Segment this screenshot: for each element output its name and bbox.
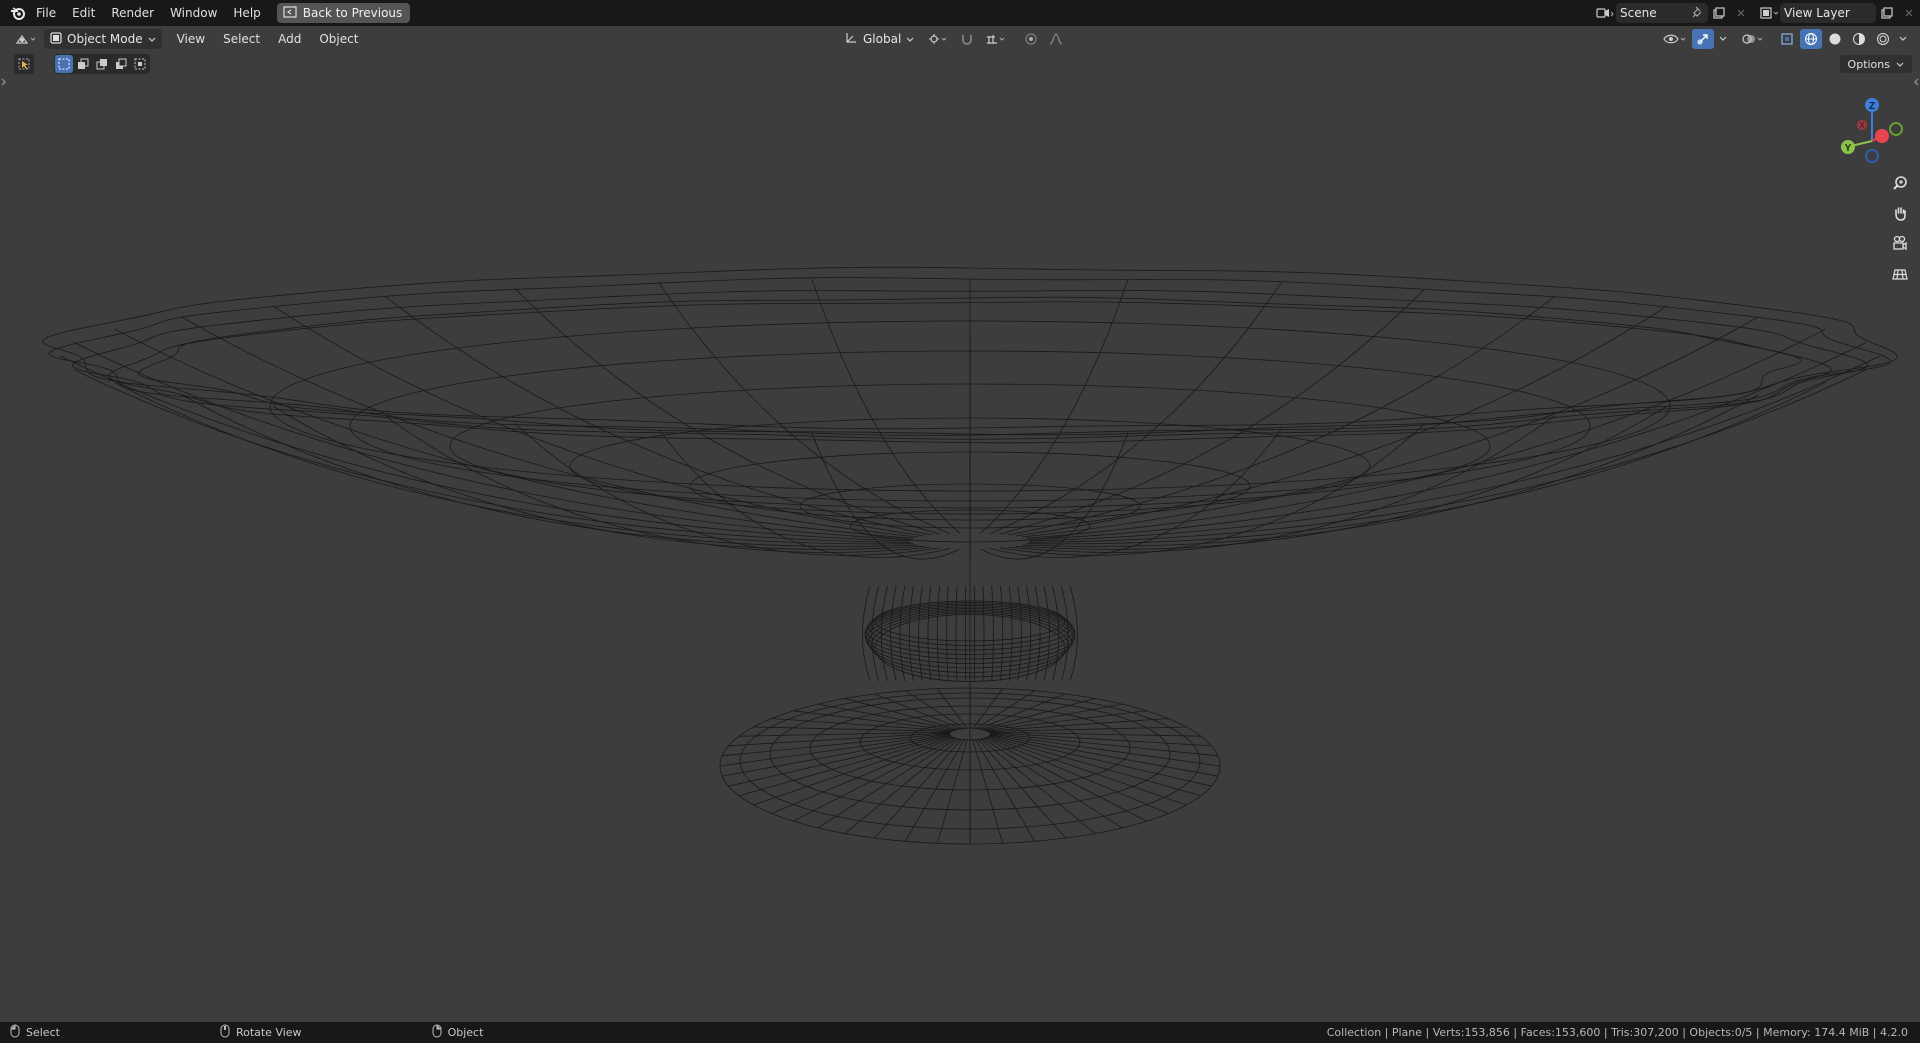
status-hint-rotate-label: Rotate View — [235, 1026, 302, 1039]
status-hint-select-label: Select — [26, 1026, 60, 1039]
status-hint-select: Select — [10, 1024, 60, 1041]
intersect-selection-icon[interactable] — [131, 55, 149, 73]
transform-orientation-dropdown[interactable]: Global — [838, 29, 920, 49]
ortho-grid-icon[interactable] — [1888, 261, 1912, 285]
xray-toggle-icon[interactable] — [1776, 29, 1798, 49]
options-dropdown[interactable]: Options — [1839, 55, 1912, 73]
view-layer-selector-icon[interactable] — [1758, 3, 1780, 23]
menu-edit[interactable]: Edit — [64, 2, 103, 24]
new-scene-icon[interactable] — [1708, 3, 1730, 23]
shading-tools — [1660, 29, 1910, 49]
view-layer-field[interactable]: View Layer — [1780, 3, 1876, 23]
chevron-down-icon[interactable] — [1896, 29, 1910, 49]
header-menu-select[interactable]: Select — [214, 29, 269, 49]
status-hint-object: Object — [432, 1024, 484, 1041]
menu-window[interactable]: Window — [162, 2, 225, 24]
pan-hand-icon[interactable] — [1888, 201, 1912, 225]
chevron-down-icon — [906, 32, 914, 46]
snap-toggle-icon[interactable] — [956, 29, 978, 49]
header-menu-object[interactable]: Object — [310, 29, 367, 49]
rendered-shading-icon[interactable] — [1872, 29, 1894, 49]
mouse-middle-icon — [220, 1024, 230, 1041]
gizmo-neg-z-handle[interactable] — [1865, 149, 1879, 163]
chevron-down-icon — [148, 32, 156, 46]
proportional-editing-icon[interactable] — [1020, 29, 1042, 49]
mode-dropdown[interactable]: Object Mode — [44, 29, 162, 49]
material-shading-icon[interactable] — [1848, 29, 1870, 49]
pivot-point-icon[interactable] — [924, 29, 952, 49]
chevron-down-icon — [1896, 58, 1904, 71]
orientation-axes-icon — [844, 31, 858, 48]
status-hint-object-label: Object — [447, 1026, 484, 1039]
scene-name-field[interactable]: Scene — [1616, 3, 1708, 23]
wireframe-shading-icon[interactable] — [1800, 29, 1822, 49]
set-new-selection-icon[interactable] — [55, 55, 73, 73]
status-hint-rotate: Rotate View — [220, 1024, 302, 1041]
options-label: Options — [1847, 57, 1890, 71]
viewport-header: Object Mode View Select Add Object Globa… — [0, 26, 1920, 52]
selection-mode-group — [54, 54, 150, 74]
editor-type-icon[interactable] — [12, 29, 40, 49]
orientation-label: Global — [863, 32, 902, 46]
view-layer-name: View Layer — [1784, 6, 1850, 20]
header-menu-add[interactable]: Add — [269, 29, 310, 49]
snap-increment-icon[interactable] — [982, 29, 1010, 49]
scene-selector-icon[interactable] — [1594, 3, 1616, 23]
navigation-gizmo[interactable]: X Z Y — [1830, 86, 1920, 176]
chevron-down-icon[interactable] — [1716, 29, 1730, 49]
top-bar: File Edit Render Window Help Back to Pre… — [0, 0, 1920, 26]
toolbar-expand-arrow-icon[interactable] — [0, 76, 8, 91]
top-right-area: Scene View Layer — [1594, 0, 1920, 26]
scene-statistics: Collection | Plane | Verts:153,856 | Fac… — [1326, 1026, 1908, 1039]
new-view-layer-icon[interactable] — [1876, 3, 1898, 23]
gizmo-x-handle[interactable] — [1875, 129, 1889, 143]
gizmo-toggle-icon[interactable] — [1692, 29, 1714, 49]
mode-label: Object Mode — [67, 32, 143, 46]
visibility-eye-icon[interactable] — [1660, 29, 1690, 49]
overlays-icon[interactable] — [1738, 29, 1768, 49]
solid-shading-icon[interactable] — [1824, 29, 1846, 49]
pin-icon[interactable] — [1692, 6, 1704, 21]
status-bar: Select Rotate View Object Collection | P… — [0, 1022, 1920, 1043]
gizmo-x-label: X — [1859, 121, 1865, 130]
3d-viewport[interactable]: Object Mode View Select Add Object Globa… — [0, 26, 1920, 1022]
tool-settings-row — [14, 54, 150, 74]
invert-selection-icon[interactable] — [112, 55, 130, 73]
menu-help[interactable]: Help — [225, 2, 268, 24]
transform-tools: Global — [838, 29, 1068, 49]
delete-view-layer-icon[interactable] — [1898, 3, 1920, 23]
falloff-curve-icon[interactable] — [1046, 29, 1068, 49]
screen-back-icon — [283, 5, 297, 21]
back-to-previous-button[interactable]: Back to Previous — [276, 3, 411, 23]
subtract-selection-icon[interactable] — [93, 55, 111, 73]
gizmo-neg-y-handle[interactable] — [1889, 122, 1903, 136]
gizmo-z-label: Z — [1869, 101, 1875, 112]
camera-view-icon[interactable] — [1888, 231, 1912, 255]
mouse-left-icon — [10, 1024, 20, 1041]
blender-logo-icon[interactable] — [8, 3, 28, 23]
extend-selection-icon[interactable] — [74, 55, 92, 73]
zoom-icon[interactable] — [1888, 171, 1912, 195]
delete-scene-icon[interactable] — [1730, 3, 1752, 23]
navigation-tools — [1888, 171, 1912, 285]
object-mode-icon — [50, 31, 62, 47]
menu-file[interactable]: File — [28, 2, 64, 24]
header-menu-view[interactable]: View — [168, 29, 214, 49]
back-to-previous-label: Back to Previous — [302, 6, 403, 20]
scene-name: Scene — [1620, 6, 1657, 20]
gizmo-y-label: Y — [1845, 143, 1852, 154]
menu-render[interactable]: Render — [103, 2, 162, 24]
select-tool-icon[interactable] — [14, 54, 34, 74]
wireframe-fruit-bowl — [42, 266, 1898, 845]
mouse-right-icon — [432, 1024, 442, 1041]
